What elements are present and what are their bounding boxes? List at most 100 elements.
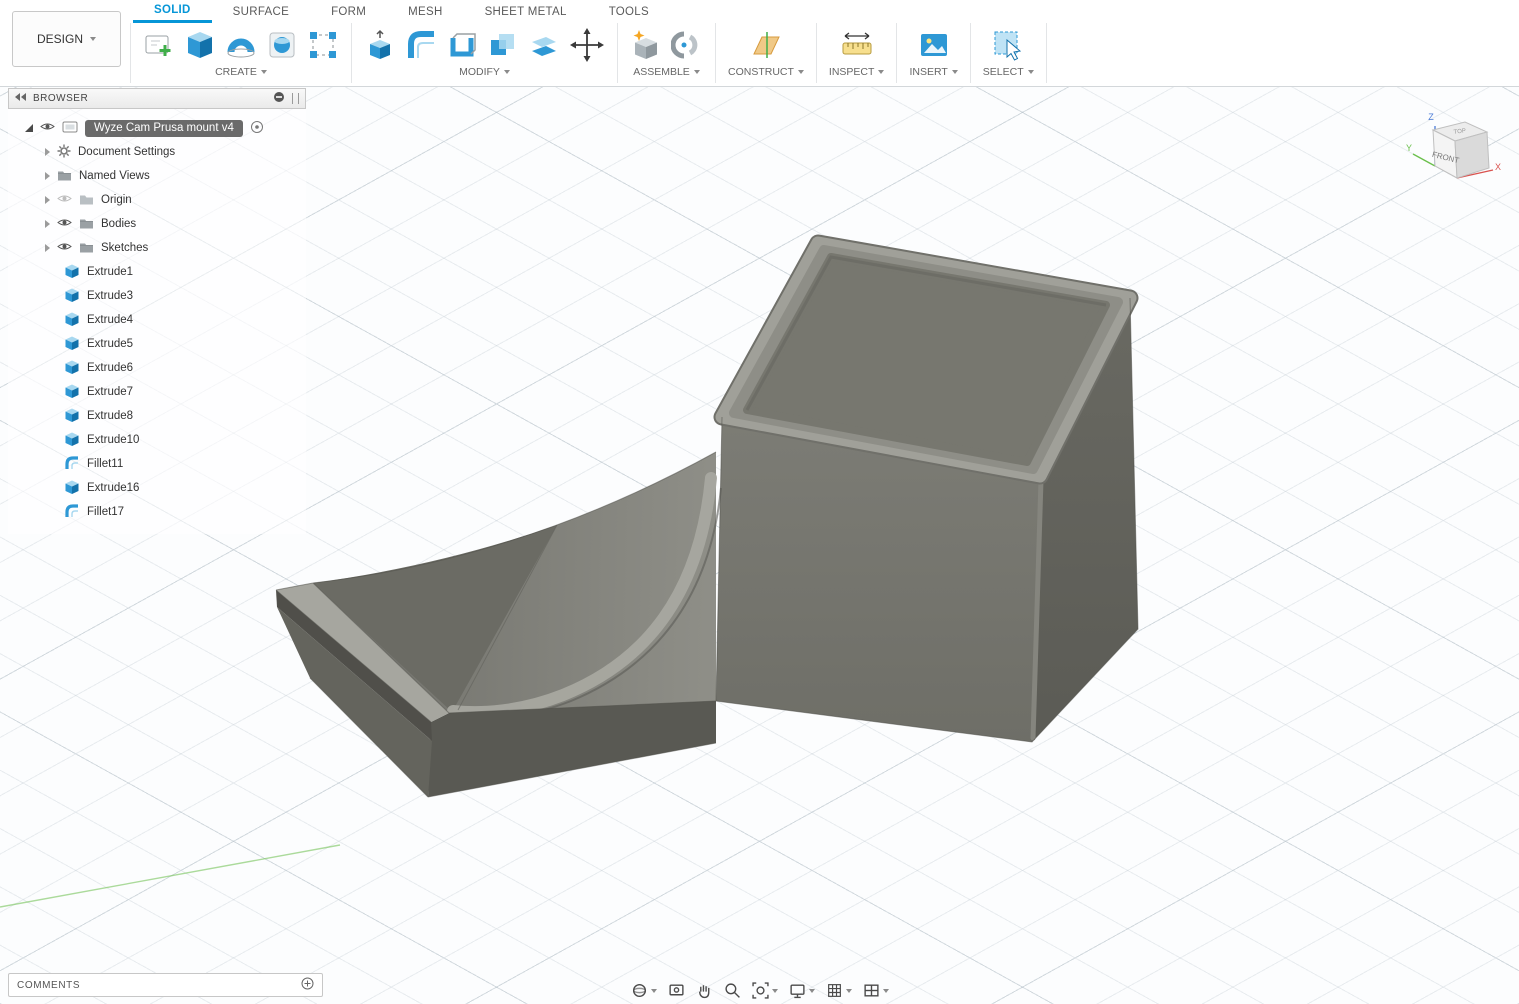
browser-node-named-views[interactable]: Named Views <box>8 164 306 188</box>
viewports-button[interactable] <box>863 982 889 999</box>
browser-root-row[interactable]: Wyze Cam Prusa mount v4 <box>8 116 306 140</box>
node-label: Named Views <box>79 170 150 182</box>
chevron-right-icon[interactable] <box>45 196 50 204</box>
extrude-icon[interactable] <box>184 29 216 61</box>
move-copy-icon[interactable] <box>569 27 605 63</box>
hole-icon[interactable] <box>266 29 298 61</box>
look-at-button[interactable] <box>668 982 685 999</box>
shell-icon[interactable] <box>446 29 478 61</box>
group-create: CREATE <box>130 23 352 83</box>
extrude-feature-icon <box>64 263 80 282</box>
insert-image-icon[interactable] <box>918 29 950 61</box>
fit-button[interactable] <box>752 982 778 999</box>
ribbon-groups: CREATE MODIFY ASSEMBLE <box>130 23 1047 83</box>
measure-icon[interactable] <box>840 29 874 61</box>
chevron-right-icon[interactable] <box>45 148 50 156</box>
add-comment-icon[interactable] <box>301 977 314 993</box>
group-label-inspect[interactable]: INSPECT <box>829 66 885 78</box>
tab-surface[interactable]: SURFACE <box>212 0 310 23</box>
feature-row-extrude8[interactable]: Extrude8 <box>8 404 306 428</box>
construct-plane-icon[interactable] <box>748 29 784 61</box>
browser-header[interactable]: BROWSER <box>8 88 306 109</box>
select-icon[interactable] <box>992 29 1024 61</box>
y-axis-ground-line <box>0 845 340 907</box>
display-settings-button[interactable] <box>789 982 815 999</box>
fillet-tool-icon[interactable] <box>405 29 437 61</box>
group-label-construct[interactable]: CONSTRUCT <box>728 66 804 78</box>
chevron-right-icon[interactable] <box>45 172 50 180</box>
extrude-feature-icon <box>64 407 80 426</box>
tab-sheet-metal[interactable]: SHEET METAL <box>464 0 588 23</box>
feature-row-extrude4[interactable]: Extrude4 <box>8 308 306 332</box>
browser-node-sketches[interactable]: Sketches <box>8 236 306 260</box>
browser-node-origin[interactable]: Origin <box>8 188 306 212</box>
feature-row-extrude6[interactable]: Extrude6 <box>8 356 306 380</box>
collapse-panel-icon[interactable] <box>15 93 26 104</box>
tab-solid[interactable]: SOLID <box>133 0 212 23</box>
joint-icon[interactable] <box>671 29 703 61</box>
document-root-label[interactable]: Wyze Cam Prusa mount v4 <box>85 120 243 137</box>
expand-icon[interactable] <box>25 124 33 132</box>
group-label-modify[interactable]: MODIFY <box>459 66 510 78</box>
revolve-icon[interactable] <box>225 29 257 61</box>
browser-node-bodies[interactable]: Bodies <box>8 212 306 236</box>
chevron-right-icon[interactable] <box>45 220 50 228</box>
folder-icon <box>79 217 94 232</box>
combine-icon[interactable] <box>487 29 519 61</box>
feature-row-extrude16[interactable]: Extrude16 <box>8 476 306 500</box>
group-label-create[interactable]: CREATE <box>215 66 267 78</box>
feature-row-extrude1[interactable]: Extrude1 <box>8 260 306 284</box>
panel-options-icon[interactable] <box>273 91 285 106</box>
feature-label: Extrude6 <box>87 362 133 374</box>
z-axis-label: Z <box>1428 112 1434 122</box>
navigation-bar <box>631 982 889 999</box>
panel-drag-handle[interactable] <box>292 93 299 104</box>
node-label: Document Settings <box>78 146 175 158</box>
browser-tree: Wyze Cam Prusa mount v4 Document Setting… <box>8 109 306 534</box>
feature-row-fillet17[interactable]: Fillet17 <box>8 500 306 524</box>
pattern-icon[interactable] <box>307 29 339 61</box>
offset-face-icon[interactable] <box>528 29 560 61</box>
feature-row-extrude10[interactable]: Extrude10 <box>8 428 306 452</box>
feature-row-extrude5[interactable]: Extrude5 <box>8 332 306 356</box>
tab-form[interactable]: FORM <box>310 0 387 23</box>
zoom-button[interactable] <box>724 982 741 999</box>
activate-component-icon[interactable] <box>250 120 264 137</box>
feature-row-extrude3[interactable]: Extrude3 <box>8 284 306 308</box>
feature-label: Extrude4 <box>87 314 133 326</box>
visibility-eye-off-icon[interactable] <box>57 193 72 207</box>
group-label-assemble[interactable]: ASSEMBLE <box>633 66 700 78</box>
tab-tools[interactable]: TOOLS <box>588 0 670 23</box>
tab-mesh[interactable]: MESH <box>387 0 463 23</box>
fillet-feature-icon <box>64 455 80 474</box>
feature-row-extrude7[interactable]: Extrude7 <box>8 380 306 404</box>
comments-label: COMMENTS <box>17 980 80 991</box>
orbit-button[interactable] <box>631 982 657 999</box>
model-body[interactable] <box>276 243 1138 797</box>
y-axis-label: Y <box>1406 143 1412 153</box>
design-menu-button[interactable]: DESIGN <box>12 11 121 67</box>
new-component-icon[interactable] <box>630 29 662 61</box>
comments-bar[interactable]: COMMENTS <box>8 973 323 997</box>
feature-label: Extrude7 <box>87 386 133 398</box>
feature-label: Fillet11 <box>87 458 123 470</box>
visibility-eye-icon[interactable] <box>57 241 72 255</box>
feature-label: Extrude16 <box>87 482 139 494</box>
press-pull-icon[interactable] <box>364 29 396 61</box>
chevron-right-icon[interactable] <box>45 244 50 252</box>
feature-label: Extrude10 <box>87 434 139 446</box>
feature-row-fillet11[interactable]: Fillet11 <box>8 452 306 476</box>
group-label-select[interactable]: SELECT <box>983 66 1034 78</box>
group-label-insert[interactable]: INSERT <box>909 66 957 78</box>
visibility-eye-icon[interactable] <box>40 121 55 135</box>
visibility-eye-icon[interactable] <box>57 217 72 231</box>
group-label-text: ASSEMBLE <box>633 66 690 78</box>
pan-icon[interactable] <box>696 982 713 999</box>
grid-settings-button[interactable] <box>826 982 852 999</box>
create-sketch-icon[interactable] <box>143 29 175 61</box>
chevron-down-icon <box>504 70 510 74</box>
browser-node-document-settings[interactable]: Document Settings <box>8 140 306 164</box>
group-label-text: INSERT <box>909 66 947 78</box>
feature-label: Fillet17 <box>87 506 124 518</box>
view-cube[interactable]: TOP FRONT Z Y X <box>1403 100 1503 205</box>
